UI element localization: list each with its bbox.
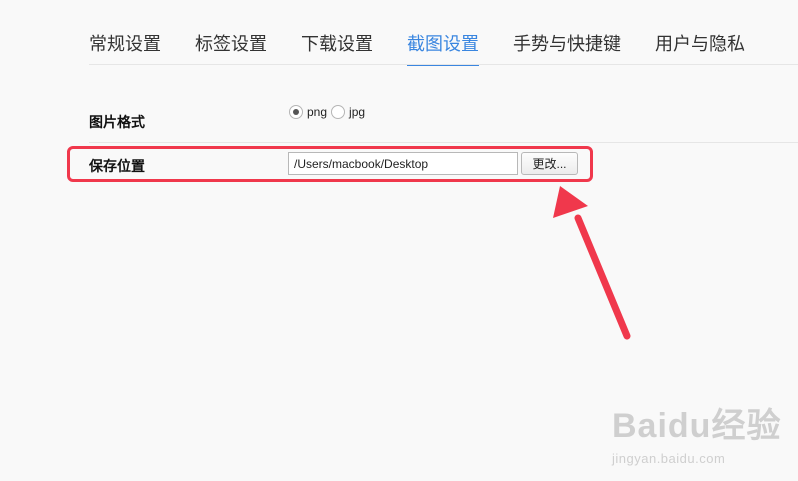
annotation-arrow-shaft	[574, 214, 631, 340]
watermark-url: jingyan.baidu.com	[612, 451, 726, 466]
watermark-brand: Baidu经验	[612, 407, 782, 445]
baidu-watermark: Baidu经验 jingyan.baidu.com	[612, 398, 781, 466]
annotation-arrow-head	[553, 186, 588, 218]
